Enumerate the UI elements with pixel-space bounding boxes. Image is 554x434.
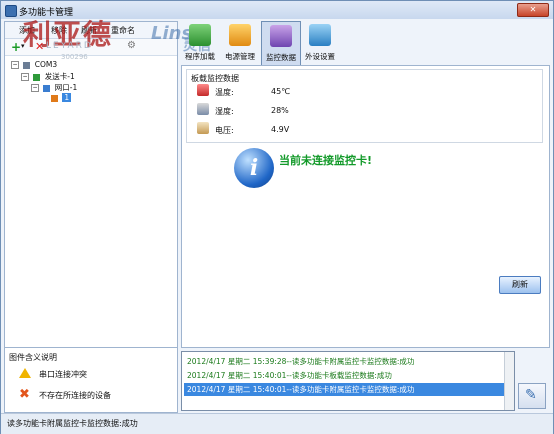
- settings-icon[interactable]: ⚙: [127, 40, 136, 51]
- log-entry[interactable]: 2012/4/17 星期二 15:40:01--读多功能卡板载监控数据:成功: [184, 369, 507, 382]
- status-bar: 读多功能卡附属监控卡监控数据:成功: [1, 413, 553, 434]
- onboard-monitor-group: 板载监控数据 温度: 45℃ 湿度: 28% 电压: 4.9V: [186, 69, 543, 143]
- legend-item: 串口连接冲突: [39, 370, 87, 379]
- log-scrollbar[interactable]: [504, 352, 514, 410]
- humidity-value: 28%: [271, 106, 289, 115]
- tree-node-card[interactable]: − 发送卡-1: [11, 71, 77, 82]
- temperature-label: 温度:: [215, 88, 234, 97]
- peripheral-settings-button[interactable]: 外设设置: [301, 21, 339, 65]
- monitor-pane: 板载监控数据 温度: 45℃ 湿度: 28% 电压: 4.9V i 当前未连接监…: [181, 65, 550, 348]
- add-icon[interactable]: +: [11, 40, 21, 54]
- toolbar-label: 电源管理: [225, 52, 255, 61]
- close-button[interactable]: ✕: [517, 3, 549, 17]
- status-message: 当前未连接监控卡!: [279, 154, 373, 167]
- port-icon: [23, 61, 31, 69]
- clear-log-button[interactable]: ✎: [518, 383, 546, 409]
- voltage-label: 电压:: [215, 126, 234, 135]
- menu-rename[interactable]: 重命名: [111, 25, 135, 36]
- broom-icon: ✎: [525, 387, 537, 403]
- warning-icon: [19, 368, 31, 378]
- info-icon: i: [234, 148, 274, 188]
- monitor-data-icon: [270, 25, 292, 47]
- power-manage-button[interactable]: 电源管理: [221, 21, 259, 65]
- device-tree: − COM3 − 发送卡-1 − 网口-1 1: [11, 60, 77, 104]
- tree-node-label: 发送卡-1: [44, 72, 75, 81]
- collapse-icon[interactable]: −: [21, 73, 29, 81]
- toolbar-label: 程序加载: [185, 52, 215, 61]
- legend-panel: 图件含义说明 串口连接冲突 ✖ 不存在所连接的设备: [4, 347, 178, 413]
- watermark-logo: LEYARD: [46, 41, 93, 51]
- thermometer-icon: [197, 84, 209, 96]
- tree-node-label: 1: [62, 93, 72, 102]
- legend-item: 不存在所连接的设备: [39, 391, 111, 400]
- card-icon: [33, 73, 41, 81]
- log-entry[interactable]: 2012/4/17 星期二 15:39:28--读多功能卡附属监控卡监控数据:成…: [184, 355, 507, 368]
- tree-node-leaf[interactable]: 1: [11, 93, 77, 104]
- peripheral-settings-icon: [309, 24, 331, 46]
- legend-title: 图件含义说明: [9, 353, 57, 362]
- main-window: 多功能卡管理 ✕ 添加 移除 刷新 重命名 + ▾ ✕ ⚙ − COM3 − 发…: [0, 0, 554, 434]
- log-entry[interactable]: 2012/4/17 星期二 15:40:01--读多功能卡附属监控卡监控数据:成…: [184, 383, 507, 396]
- monitor-data-button[interactable]: 监控数据: [261, 21, 301, 67]
- tree-node-port[interactable]: − 网口-1: [11, 82, 77, 93]
- voltage-icon: [197, 122, 209, 134]
- status-text: 读多功能卡附属监控卡监控数据:成功: [7, 419, 138, 428]
- temperature-value: 45℃: [271, 87, 291, 96]
- tree-node-com3[interactable]: − COM3: [11, 60, 77, 71]
- device-icon: [51, 94, 58, 102]
- network-icon: [43, 84, 51, 92]
- collapse-icon[interactable]: −: [31, 84, 39, 92]
- group-title: 板载监控数据: [191, 74, 239, 83]
- app-icon: [5, 5, 17, 17]
- power-manage-icon: [229, 24, 251, 46]
- collapse-icon[interactable]: −: [11, 61, 19, 69]
- log-list[interactable]: 2012/4/17 星期二 15:39:28--读多功能卡附属监控卡监控数据:成…: [181, 351, 515, 411]
- watermark-serial: 300296: [61, 53, 88, 61]
- error-icon: ✖: [19, 387, 30, 402]
- toolbar-label: 监控数据: [266, 53, 296, 62]
- tree-node-label: 网口-1: [54, 83, 78, 92]
- toolbar-label: 外设设置: [305, 52, 335, 61]
- voltage-value: 4.9V: [271, 125, 290, 134]
- function-toolbar: 程序加载 电源管理 监控数据 外设设置: [181, 21, 335, 67]
- tree-node-label: COM3: [34, 60, 58, 69]
- program-load-icon: [189, 24, 211, 46]
- humidity-icon: [197, 103, 209, 115]
- humidity-label: 湿度:: [215, 107, 234, 116]
- program-load-button[interactable]: 程序加载: [181, 21, 219, 65]
- refresh-button[interactable]: 刷新: [499, 276, 541, 294]
